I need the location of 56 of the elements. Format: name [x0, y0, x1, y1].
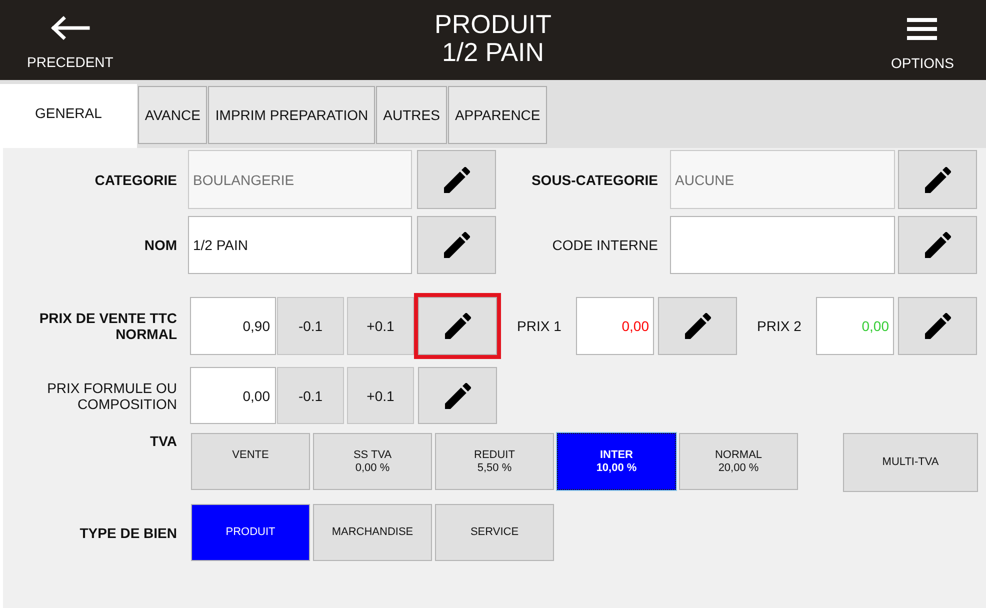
options-button[interactable]: OPTIONS: [884, 0, 961, 80]
back-button[interactable]: PRECEDENT: [20, 0, 120, 79]
tab[interactable]: GENERAL: [0, 84, 137, 148]
field-label: TYPE DE BIEN: [78, 524, 177, 540]
edit-button[interactable]: [658, 297, 737, 355]
menu-icon: [907, 18, 938, 40]
price-field[interactable]: 0,00: [190, 367, 276, 424]
pencil-icon: [444, 166, 470, 192]
screen-subtitle: 1/2 PAIN: [442, 38, 544, 66]
field-label: PRIX FORMULE OU COMPOSITION: [46, 380, 177, 412]
edit-button[interactable]: [417, 150, 496, 209]
price-field[interactable]: 0,00: [576, 297, 654, 355]
edit-button[interactable]: [417, 216, 496, 274]
screen-title: PRODUIT: [434, 10, 552, 38]
step-button[interactable]: -0.1: [277, 367, 344, 424]
pencil-icon: [444, 313, 470, 339]
pencil-icon: [684, 313, 710, 339]
option-button[interactable]: VENTE: [191, 433, 310, 490]
option-button[interactable]: REDUIT 5,50 %: [435, 433, 554, 490]
step-button[interactable]: -0.1: [277, 297, 344, 355]
price-field[interactable]: 0,90: [190, 297, 276, 355]
step-button[interactable]: +0.1: [347, 367, 414, 424]
text-field[interactable]: 1/2 PAIN: [188, 216, 412, 274]
field-label: TVA: [149, 433, 177, 449]
edit-button[interactable]: [898, 150, 977, 209]
option-button[interactable]: SERVICE: [435, 504, 554, 561]
pencil-icon: [444, 232, 470, 258]
text-field[interactable]: BOULANGERIE: [188, 150, 412, 209]
left-arrow-icon: [50, 16, 90, 40]
field-label: CODE INTERNE: [551, 237, 658, 253]
option-button[interactable]: PRODUIT: [191, 504, 310, 561]
edit-button[interactable]: [418, 367, 497, 424]
tab[interactable]: AVANCE: [138, 86, 208, 144]
field-label: NOM: [143, 237, 177, 253]
field-label: PRIX DE VENTE TTC NORMAL: [38, 310, 177, 342]
option-button[interactable]: NORMAL 20,00 %: [679, 433, 798, 490]
tab[interactable]: AUTRES: [376, 86, 447, 144]
pencil-icon: [924, 313, 950, 339]
step-button[interactable]: +0.1: [347, 297, 414, 355]
option-button[interactable]: MULTI-TVA: [843, 433, 978, 492]
text-field[interactable]: AUCUNE: [670, 150, 895, 209]
option-button[interactable]: INTER 10,00 %: [557, 433, 676, 490]
edit-button[interactable]: [898, 216, 977, 274]
pencil-icon: [924, 166, 950, 192]
field-label: PRIX 2: [757, 318, 802, 334]
field-label: SOUS-CATEGORIE: [530, 172, 658, 188]
pencil-icon: [444, 382, 470, 408]
edit-button[interactable]: [898, 297, 977, 355]
tab[interactable]: APPARENCE: [448, 86, 548, 144]
option-button[interactable]: SS TVA 0,00 %: [313, 433, 432, 490]
pencil-icon: [924, 232, 950, 258]
field-label: CATEGORIE: [94, 172, 177, 188]
tab[interactable]: IMPRIM PREPARATION: [208, 86, 376, 144]
option-button[interactable]: MARCHANDISE: [313, 504, 432, 561]
field-label: PRIX 1: [517, 318, 562, 334]
text-field[interactable]: [670, 216, 895, 274]
